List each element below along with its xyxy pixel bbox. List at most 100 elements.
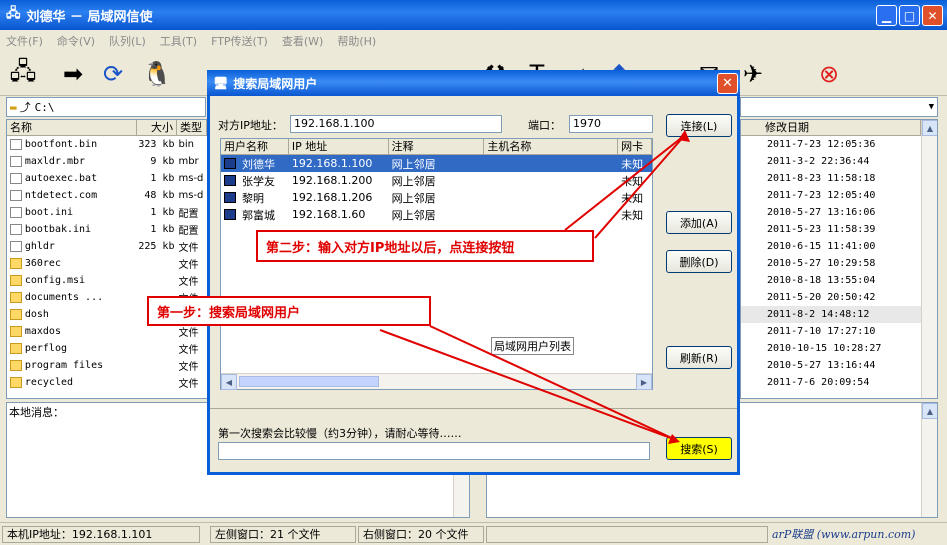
file-row[interactable]: boot.ini 1 kb 配置 bbox=[7, 204, 208, 221]
dialog-close-button[interactable]: ✕ bbox=[717, 73, 738, 94]
col-note[interactable]: 注释 bbox=[389, 139, 485, 154]
user-row[interactable]: 黎明 192.168.1.206 网上邻居 未知 bbox=[221, 189, 652, 206]
file-row[interactable]: 2010-5-27 10:29:58 bbox=[741, 255, 937, 272]
menu-command[interactable]: 命令(V) bbox=[57, 33, 95, 49]
left-file-list[interactable]: 名称 大小 类型 bootfont.bin 323 kb bin maxldr.mbr… bbox=[6, 119, 209, 399]
search-button[interactable]: 搜索(S) bbox=[666, 437, 732, 460]
user-name: 黎明 bbox=[242, 191, 264, 205]
folder-icon bbox=[10, 343, 22, 354]
file-type: ms-d bbox=[178, 190, 204, 201]
file-row[interactable]: 2011-5-23 11:58:39 bbox=[741, 221, 937, 238]
menu-ftp[interactable]: FTP传送(T) bbox=[211, 33, 268, 49]
file-type: mbr bbox=[178, 156, 199, 167]
status-right: 右侧窗口：20 个文件 bbox=[358, 525, 484, 543]
file-row[interactable]: 2011-7-6 20:09:54 bbox=[741, 374, 937, 391]
col-username[interactable]: 用户名称 bbox=[221, 139, 289, 154]
file-row[interactable]: 2010-8-18 13:55:04 bbox=[741, 272, 937, 289]
file-row[interactable]: ntdetect.com 48 kb ms-d bbox=[7, 187, 208, 204]
stop-icon[interactable]: ⊗ bbox=[812, 58, 846, 90]
ip-input[interactable]: 192.168.1.100 bbox=[290, 115, 502, 133]
maximize-button[interactable]: □ bbox=[899, 5, 920, 26]
user-list[interactable]: 用户名称 IP 地址 注释 主机名称 网卡 刘德华 192.168.1.100 网上… bbox=[220, 138, 653, 390]
file-row[interactable]: 2011-7-23 12:05:40 bbox=[741, 187, 937, 204]
file-name: bootbak.ini bbox=[24, 224, 92, 235]
menu-file[interactable]: 文件(F) bbox=[6, 33, 43, 49]
right-path-bar[interactable]: ▼ bbox=[740, 97, 938, 117]
scroll-up-arrow[interactable]: ▲ bbox=[922, 403, 937, 419]
watermark: arP联盟 (www.arpun.com) bbox=[772, 528, 916, 541]
scroll-up-arrow[interactable]: ▲ bbox=[922, 120, 937, 136]
menu-view[interactable]: 查看(W) bbox=[282, 33, 323, 49]
file-row[interactable]: 2011-3-2 22:36:44 bbox=[741, 153, 937, 170]
menu-queue[interactable]: 队列(L) bbox=[109, 33, 146, 49]
file-name: bootfont.bin bbox=[24, 139, 98, 150]
step1-callout: 第一步：搜索局域网用户 bbox=[147, 296, 431, 326]
col-name[interactable]: 名称 bbox=[7, 120, 137, 135]
refresh-button[interactable]: 刷新(R) bbox=[666, 346, 732, 369]
arrow-right-icon[interactable]: ➡ bbox=[56, 58, 90, 90]
right-file-list[interactable]: 修改日期 2011-7-23 12:05:36 2011-3-2 22:36:44… bbox=[740, 119, 938, 399]
port-input[interactable]: 1970 bbox=[569, 115, 653, 133]
col-nic[interactable]: 网卡 bbox=[618, 139, 652, 154]
file-row[interactable]: bootbak.ini 1 kb 配置 bbox=[7, 221, 208, 238]
col-size[interactable]: 大小 bbox=[137, 120, 177, 135]
file-name: maxdos bbox=[24, 326, 61, 337]
minimize-button[interactable]: ▁ bbox=[876, 5, 897, 26]
up-folder-icon[interactable]: ⤴ bbox=[20, 99, 31, 115]
file-row[interactable]: 2010-6-15 11:41:00 bbox=[741, 238, 937, 255]
file-name: perflog bbox=[24, 343, 67, 354]
file-row[interactable]: maxldr.mbr 9 kb mbr bbox=[7, 153, 208, 170]
file-row[interactable]: 360rec 文件 bbox=[7, 255, 208, 272]
user-row[interactable]: 张学友 192.168.1.200 网上邻居 未知 bbox=[221, 172, 652, 189]
file-row[interactable]: 2011-8-2 14:48:12 bbox=[741, 306, 937, 323]
col-ip[interactable]: IP 地址 bbox=[289, 139, 389, 154]
folder-icon bbox=[10, 360, 22, 371]
col-modified[interactable]: 修改日期 bbox=[741, 120, 921, 135]
file-row[interactable]: ghldr 225 kb 文件 bbox=[7, 238, 208, 255]
file-icon bbox=[10, 207, 22, 218]
close-button[interactable]: ✕ bbox=[922, 5, 943, 26]
left-path-bar[interactable]: ▬ ⤴ C:\ bbox=[6, 97, 206, 117]
user-nic: 未知 bbox=[621, 157, 644, 171]
col-type[interactable]: 类型 bbox=[177, 120, 207, 135]
penguin-icon[interactable]: 🐧 bbox=[140, 58, 174, 90]
scroll-left-arrow[interactable]: ◀ bbox=[221, 374, 237, 390]
file-type: 配置 bbox=[178, 209, 199, 220]
file-modified: 2011-5-23 11:58:39 bbox=[767, 224, 876, 235]
menu-help[interactable]: 帮助(H) bbox=[337, 33, 376, 49]
file-row[interactable]: bootfont.bin 323 kb bin bbox=[7, 136, 208, 153]
user-row[interactable]: 郭富城 192.168.1.60 网上邻居 未知 bbox=[221, 206, 652, 223]
file-row[interactable]: program files 文件 bbox=[7, 357, 208, 374]
folder-icon bbox=[10, 292, 22, 303]
delete-button[interactable]: 删除(D) bbox=[666, 250, 732, 273]
scroll-right-arrow[interactable]: ▶ bbox=[636, 374, 652, 390]
user-row[interactable]: 刘德华 192.168.1.100 网上邻居 未知 bbox=[221, 155, 652, 172]
user-ip: 192.168.1.60 bbox=[291, 208, 366, 221]
file-row[interactable]: 2010-5-27 13:16:44 bbox=[741, 357, 937, 374]
add-button[interactable]: 添加(A) bbox=[666, 211, 732, 234]
chevron-down-icon[interactable]: ▼ bbox=[929, 102, 934, 112]
menu-tools[interactable]: 工具(T) bbox=[160, 33, 197, 49]
file-row[interactable]: autoexec.bat 1 kb ms-d bbox=[7, 170, 208, 187]
sync-icon[interactable]: ⟳ bbox=[96, 58, 130, 90]
file-modified: 2010-10-15 10:28:27 bbox=[767, 343, 882, 354]
file-name: ntdetect.com bbox=[24, 190, 98, 201]
file-row[interactable]: 2010-10-15 10:28:27 bbox=[741, 340, 937, 357]
plane-icon[interactable]: ✈ bbox=[736, 58, 770, 90]
file-icon bbox=[10, 156, 22, 167]
file-row[interactable]: 2010-5-27 13:16:06 bbox=[741, 204, 937, 221]
file-row[interactable]: perflog 文件 bbox=[7, 340, 208, 357]
connect-button[interactable]: 连接(L) bbox=[666, 114, 732, 137]
file-row[interactable]: config.msi 文件 bbox=[7, 272, 208, 289]
col-host[interactable]: 主机名称 bbox=[484, 139, 619, 154]
file-row[interactable]: 2011-7-10 17:27:10 bbox=[741, 323, 937, 340]
file-row[interactable]: 2011-8-23 11:58:18 bbox=[741, 170, 937, 187]
file-name: documents ... bbox=[24, 292, 104, 303]
file-row[interactable]: 2011-5-20 20:50:42 bbox=[741, 289, 937, 306]
file-row[interactable]: 2011-7-23 12:05:36 bbox=[741, 136, 937, 153]
file-type: 文件 bbox=[178, 260, 199, 271]
file-modified: 2011-8-2 14:48:12 bbox=[767, 309, 870, 320]
h-scroll-thumb[interactable] bbox=[239, 376, 379, 387]
network-icon[interactable]: 🖧 bbox=[6, 57, 40, 90]
file-row[interactable]: recycled 文件 bbox=[7, 374, 208, 391]
